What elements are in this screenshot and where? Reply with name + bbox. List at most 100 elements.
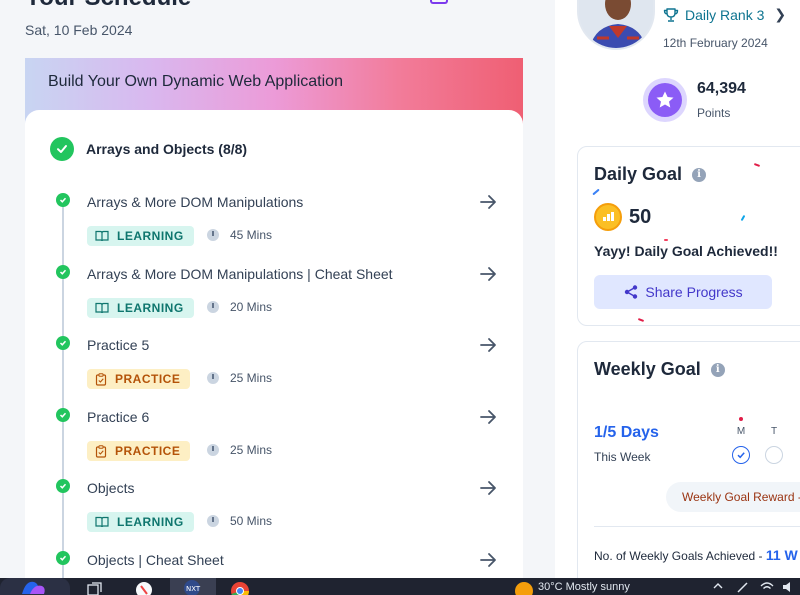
svg-text:NXT: NXT [186, 585, 201, 593]
today-indicator [739, 417, 743, 421]
clock-icon [207, 229, 219, 241]
rank-label: Daily Rank 3 [685, 6, 765, 23]
progress-panel: Daily Rank 3 ❯ 12th February 2024 64,394… [555, 0, 800, 578]
schedule-date: Sat, 10 Feb 2024 [25, 22, 133, 38]
points-badge [643, 78, 687, 122]
rank-date: 12th February 2024 [663, 36, 768, 50]
item-duration: 25 Mins [207, 443, 272, 457]
weather-icon [515, 582, 533, 595]
learning-badge: LEARNING [87, 226, 194, 246]
daily-rank-link[interactable]: Daily Rank 3 ❯ [663, 6, 786, 23]
day-check-tuesday [765, 446, 783, 464]
item-name: Objects | Cheat Sheet [87, 552, 224, 568]
item-name: Arrays & More DOM Manipulations [87, 194, 304, 210]
check-circle-icon [56, 408, 70, 422]
taskview-icon[interactable] [84, 580, 106, 595]
coin-value: 50 [629, 206, 652, 228]
item-name: Objects [87, 480, 135, 496]
book-icon [95, 230, 109, 242]
weekly-goal-title: Weekly Goal i [594, 359, 725, 380]
daily-goal-card: Daily Goal i 50 Yayy! Daily Goal Achieve… [577, 146, 800, 326]
wifi-icon[interactable] [760, 581, 774, 595]
chevron-right-icon: ❯ [774, 6, 787, 22]
daily-goal-message: Yayy! Daily Goal Achieved!! [594, 243, 778, 259]
list-item[interactable]: Practice 6 PRACTICE 25 Mins [25, 408, 523, 480]
check-icon [737, 452, 745, 459]
day-label-monday: M [736, 426, 746, 437]
learning-badge: LEARNING [87, 512, 194, 532]
weekly-goal-reward-button[interactable]: Weekly Goal Reward - [666, 482, 800, 512]
item-name: Practice 6 [87, 409, 150, 425]
item-name: Arrays & More DOM Manipulations | Cheat … [87, 266, 393, 282]
check-circle-icon [56, 265, 70, 279]
confetti-decoration [753, 163, 761, 167]
pen-icon[interactable] [736, 581, 750, 595]
practice-badge: PRACTICE [87, 369, 191, 389]
arrow-right-icon[interactable] [477, 191, 499, 213]
weekly-goal-card: Weekly Goal i 1/5 Days This Week M T Wee… [577, 341, 800, 578]
learning-badge: LEARNING [87, 298, 194, 318]
share-icon [625, 285, 638, 299]
info-icon[interactable]: i [692, 167, 707, 182]
trophy-icon [663, 7, 679, 22]
topic-title: Arrays and Objects (8/8) [86, 141, 248, 157]
avatar[interactable] [577, 0, 655, 50]
divider [594, 526, 800, 527]
arrow-right-icon[interactable] [477, 334, 499, 356]
points-value: 64,394 [697, 80, 746, 97]
app-icon[interactable] [133, 580, 155, 595]
item-duration: 50 Mins [207, 514, 272, 528]
clock-icon [207, 444, 219, 456]
item-duration: 45 Mins [207, 228, 272, 242]
course-title: Build Your Own Dynamic Web Application [48, 73, 343, 90]
confetti-decoration [592, 188, 600, 196]
book-icon [95, 516, 109, 528]
check-circle-icon [56, 479, 70, 493]
day-label-tuesday: T [770, 426, 778, 437]
arrow-right-icon[interactable] [477, 406, 499, 428]
confetti-decoration [637, 318, 645, 322]
volume-icon[interactable] [782, 581, 796, 595]
weather-text[interactable]: 30°C Mostly sunny [538, 581, 630, 593]
chrome-icon[interactable] [229, 580, 251, 595]
clipboard-icon [95, 372, 107, 386]
weekly-period: This Week [594, 450, 651, 464]
check-circle-icon [56, 193, 70, 207]
share-progress-button[interactable]: Share Progress [594, 275, 772, 309]
start-button[interactable] [0, 578, 70, 595]
item-duration: 20 Mins [207, 300, 272, 314]
practice-badge: PRACTICE [87, 441, 191, 461]
info-icon[interactable]: i [710, 362, 725, 377]
calendar-icon[interactable] [430, 0, 448, 4]
clipboard-icon [95, 444, 107, 458]
topic-header[interactable]: Arrays and Objects (8/8) [50, 137, 247, 161]
check-circle-icon [50, 137, 74, 161]
clock-icon [207, 372, 219, 384]
check-circle-icon [56, 551, 70, 565]
confetti-decoration [664, 239, 668, 241]
clock-icon [207, 301, 219, 313]
arrow-right-icon[interactable] [477, 477, 499, 499]
item-duration: 25 Mins [207, 371, 272, 385]
points-label: Points [697, 106, 731, 120]
check-circle-icon [56, 336, 70, 350]
coin-icon [594, 203, 622, 231]
arrow-right-icon[interactable] [477, 549, 499, 571]
chevron-up-icon[interactable] [712, 581, 724, 594]
list-item[interactable]: Arrays & More DOM Manipulations LEARNING… [25, 193, 523, 265]
course-card: Arrays and Objects (8/8) Arrays & More D… [25, 110, 523, 578]
list-item[interactable]: Objects LEARNING 50 Mins [25, 479, 523, 551]
daily-goal-title: Daily Goal i [594, 164, 707, 185]
weekly-goals-achieved: No. of Weekly Goals Achieved - 11 W [594, 547, 798, 563]
clock-icon [207, 515, 219, 527]
app-icon-active[interactable]: NXT [170, 578, 216, 595]
list-item[interactable]: Objects | Cheat Sheet [25, 551, 523, 578]
star-icon [648, 83, 682, 117]
list-item[interactable]: Practice 5 PRACTICE 25 Mins [25, 336, 523, 408]
schedule-panel: Your Schedule Sat, 10 Feb 2024 Build You… [0, 0, 555, 578]
list-item[interactable]: Arrays & More DOM Manipulations | Cheat … [25, 265, 523, 337]
arrow-right-icon[interactable] [477, 263, 499, 285]
taskbar: NXT 30°C Mostly sunny [0, 578, 800, 595]
page-title: Your Schedule [25, 0, 191, 12]
item-name: Practice 5 [87, 337, 150, 353]
